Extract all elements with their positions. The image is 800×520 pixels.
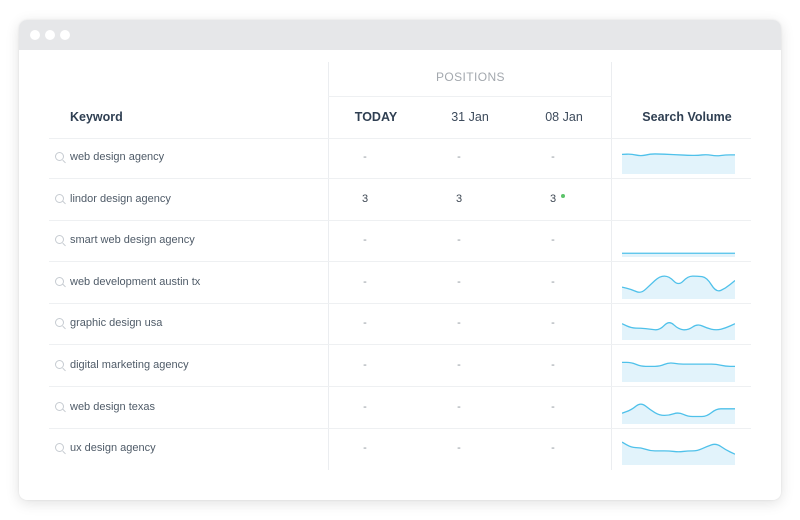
keyword-text[interactable]: digital marketing agency (70, 359, 189, 371)
search-volume-column-header[interactable]: Search Volume (622, 110, 752, 124)
keyword-text[interactable]: web design texas (70, 401, 155, 413)
table-row[interactable]: digital marketing agency - - - (49, 346, 751, 387)
table-row[interactable]: ux design agency - - - (49, 429, 751, 470)
keyword-column-header[interactable]: Keyword (70, 110, 190, 124)
keyword-text[interactable]: smart web design agency (70, 234, 195, 246)
date1-column-header[interactable]: 31 Jan (430, 110, 510, 124)
date1-position-value: - (457, 317, 461, 330)
today-position-value: - (363, 151, 367, 163)
search-icon[interactable] (55, 152, 64, 161)
today-position-value: - (363, 400, 367, 413)
table-row[interactable]: graphic design usa - - - (49, 304, 751, 346)
search-icon[interactable] (55, 443, 64, 453)
rank-up-indicator-icon (561, 193, 565, 198)
keyword-text[interactable]: web design agency (70, 151, 164, 163)
date1-position-value: - (457, 442, 461, 455)
date1-position-value: - (457, 400, 461, 413)
sparkline-area (622, 153, 735, 174)
date2-column-header[interactable]: 08 Jan (524, 110, 604, 124)
date2-position-value: - (551, 234, 555, 247)
window-dot-icon[interactable] (60, 30, 70, 40)
sparkline-area (622, 403, 735, 424)
search-icon[interactable] (55, 276, 64, 286)
keyword-text[interactable]: ux design agency (70, 442, 156, 454)
header-divider (328, 96, 612, 97)
table-row[interactable]: web design texas - - - (49, 388, 751, 429)
search-volume-sparkline (622, 403, 735, 424)
date1-position-value: - (457, 275, 461, 288)
search-icon[interactable] (55, 401, 64, 411)
date1-position-value: 3 (455, 192, 463, 205)
date2-position-value: - (551, 275, 555, 288)
search-volume-sparkline (622, 322, 735, 341)
date1-position-value: - (457, 359, 461, 371)
date1-position-value: - (457, 234, 461, 247)
today-position-value: 3 (361, 192, 369, 205)
browser-window: POSITIONS Keyword TODAY 31 Jan 08 Jan Se… (19, 20, 781, 500)
window-dot-icon[interactable] (30, 30, 40, 40)
date2-position-value: - (551, 151, 555, 163)
keyword-text[interactable]: lindor design agency (70, 193, 171, 205)
search-volume-sparkline (622, 153, 735, 174)
today-position-value: - (363, 317, 367, 330)
date2-position-value: - (551, 442, 555, 455)
keyword-text[interactable]: graphic design usa (70, 317, 162, 329)
window-titlebar (19, 20, 781, 50)
sparkline-line (622, 322, 735, 331)
date2-position-value: - (551, 317, 555, 330)
date2-position-value: 3 (533, 193, 573, 205)
table-row[interactable]: web development austin tx - - - (49, 263, 751, 304)
keyword-text[interactable]: web development austin tx (70, 276, 200, 288)
positions-group-label: POSITIONS (436, 70, 505, 84)
table-row[interactable]: web design agency - - - (49, 138, 751, 179)
window-dot-icon[interactable] (45, 30, 55, 40)
today-column-header[interactable]: TODAY (336, 110, 416, 124)
search-volume-sparkline (622, 361, 735, 382)
today-position-value: - (363, 275, 367, 288)
search-icon[interactable] (55, 235, 64, 245)
search-volume-sparkline (622, 441, 735, 466)
date1-position-value: - (457, 151, 461, 163)
sparkline-area (622, 323, 735, 341)
table-row[interactable]: lindor design agency 3 3 3 (49, 180, 751, 221)
date2-position-value: - (551, 400, 555, 413)
search-icon[interactable] (55, 193, 64, 203)
today-position-value: - (363, 442, 367, 455)
search-volume-sparkline (622, 275, 735, 299)
today-position-value: - (363, 234, 367, 247)
search-icon[interactable] (55, 318, 64, 328)
sparkline-area (622, 275, 735, 299)
table-row[interactable]: smart web design agency - - - (49, 221, 751, 263)
search-volume-sparkline (622, 252, 735, 258)
keyword-positions-table: POSITIONS Keyword TODAY 31 Jan 08 Jan Se… (19, 50, 781, 500)
search-icon[interactable] (55, 360, 64, 369)
date2-position-value: - (551, 359, 555, 371)
today-position-value: - (363, 359, 367, 371)
